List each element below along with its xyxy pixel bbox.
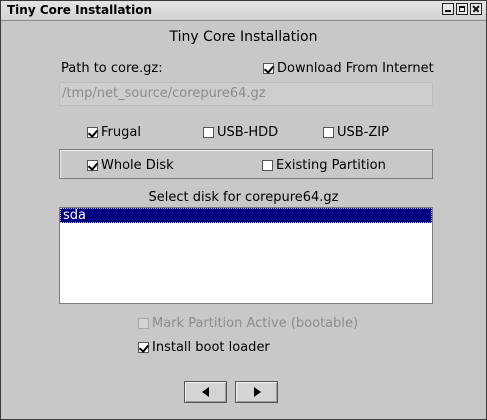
- existing-partition-checkbox[interactable]: Existing Partition: [262, 158, 386, 173]
- maximize-icon[interactable]: [456, 3, 468, 15]
- download-from-internet-checkbox[interactable]: Download From Internet: [263, 61, 434, 76]
- arrow-left-icon: [202, 387, 209, 397]
- mark-partition-active-checkbox: Mark Partition Active (bootable): [138, 316, 358, 331]
- checkbox-icon[interactable]: [87, 127, 98, 138]
- disk-select-label: Select disk for corepure64.gz: [148, 190, 339, 205]
- minimize-icon[interactable]: [442, 3, 454, 15]
- window-title: Tiny Core Installation: [7, 3, 153, 17]
- installer-window: Tiny Core Installation Tiny Core Install…: [0, 0, 487, 420]
- window-controls: [442, 3, 482, 15]
- checkbox-icon[interactable]: [262, 160, 273, 171]
- next-button[interactable]: [235, 381, 278, 403]
- checkbox-icon[interactable]: [323, 127, 334, 138]
- whole-disk-checkbox[interactable]: Whole Disk: [87, 158, 174, 173]
- bootloader-label: Install boot loader: [152, 340, 270, 355]
- download-label: Download From Internet: [277, 61, 434, 76]
- install-boot-loader-checkbox[interactable]: Install boot loader: [138, 340, 270, 355]
- prev-button[interactable]: [184, 381, 227, 403]
- disk-list[interactable]: sda: [59, 207, 433, 304]
- checkbox-icon[interactable]: [138, 342, 149, 353]
- checkbox-icon[interactable]: [87, 160, 98, 171]
- mark-active-label: Mark Partition Active (bootable): [152, 316, 359, 331]
- usb-zip-label: USB-ZIP: [337, 125, 389, 140]
- list-item[interactable]: sda: [60, 208, 432, 223]
- frugal-label: Frugal: [101, 125, 141, 140]
- existing-partition-label: Existing Partition: [276, 158, 386, 173]
- checkbox-icon: [138, 318, 149, 329]
- frugal-checkbox[interactable]: Frugal: [87, 125, 141, 140]
- checkbox-icon[interactable]: [263, 63, 274, 74]
- installer-panel: Tiny Core Installation Path to core.gz: …: [1, 21, 486, 419]
- path-label: Path to core.gz:: [61, 61, 163, 76]
- usb-hdd-label: USB-HDD: [217, 125, 279, 140]
- whole-disk-label: Whole Disk: [101, 158, 174, 173]
- arrow-right-icon: [254, 387, 261, 397]
- title-bar[interactable]: Tiny Core Installation: [1, 1, 486, 21]
- path-input[interactable]: /tmp/net_source/corepure64.gz: [59, 82, 433, 106]
- usb-zip-checkbox[interactable]: USB-ZIP: [323, 125, 389, 140]
- usb-hdd-checkbox[interactable]: USB-HDD: [203, 125, 278, 140]
- close-icon[interactable]: [470, 3, 482, 15]
- page-title: Tiny Core Installation: [169, 29, 318, 45]
- checkbox-icon[interactable]: [203, 127, 214, 138]
